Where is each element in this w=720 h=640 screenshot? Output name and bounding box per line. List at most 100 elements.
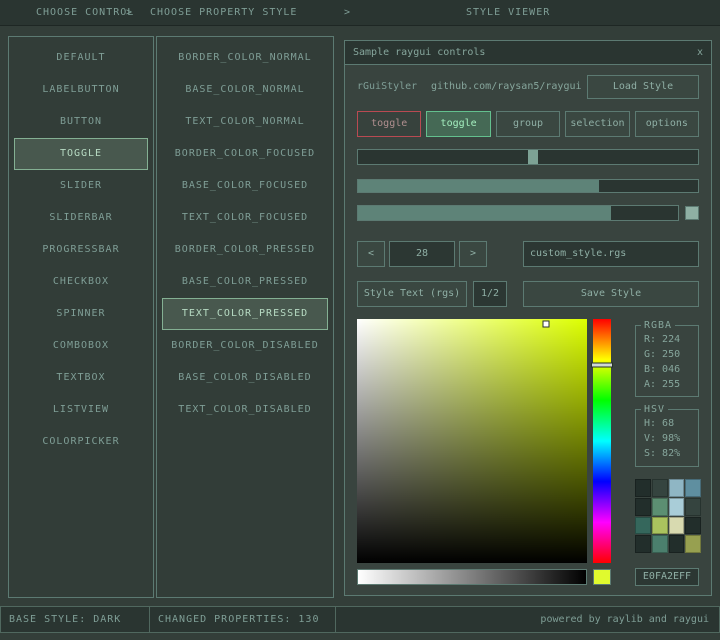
repo-link-label: github.com/raysan5/raygui <box>431 81 582 92</box>
control-list-item[interactable]: CHECKBOX <box>14 266 148 298</box>
rgba-groupbox: RGBA R: 224 G: 250 B: 046 A: 255 <box>635 320 699 397</box>
hue-bar[interactable] <box>591 319 613 563</box>
control-list-item[interactable]: PROGRESSBAR <box>14 234 148 266</box>
style-viewer-window: Sample raygui controls x rGuiStyler gith… <box>344 40 712 596</box>
palette-swatch[interactable] <box>685 497 701 516</box>
window-titlebar[interactable]: Sample raygui controls x <box>345 41 711 65</box>
control-list-item[interactable]: TEXTBOX <box>14 362 148 394</box>
breadcrumb-style-viewer: STYLE VIEWER <box>466 7 551 18</box>
hsv-line: V: 98% <box>644 433 681 444</box>
palette-swatch[interactable] <box>668 479 685 497</box>
chevron-right-icon: > <box>126 7 134 18</box>
slider-bar-control[interactable] <box>357 205 679 221</box>
control-list-item[interactable]: LISTVIEW <box>14 394 148 426</box>
rgba-values: R: 224 G: 250 B: 046 A: 255 <box>636 332 698 392</box>
hsv-title: HSV <box>641 404 669 415</box>
palette-swatch[interactable] <box>685 535 701 553</box>
rgba-line: B: 046 <box>644 364 681 375</box>
rgba-line: R: 224 <box>644 334 681 345</box>
palette-swatch[interactable] <box>651 497 668 516</box>
palette-swatch[interactable] <box>635 516 651 535</box>
alpha-gradient-bar[interactable] <box>357 569 587 585</box>
property-list-item[interactable]: BORDER_COLOR_FOCUSED <box>162 138 328 170</box>
progress-bar-fill <box>358 180 600 192</box>
toggle-button[interactable]: group <box>495 111 561 137</box>
app-name-label: rGuiStyler <box>357 81 418 92</box>
breadcrumb-choose-control: CHOOSE CONTROL <box>36 7 135 18</box>
control-list-item[interactable]: TOGGLE <box>14 138 148 170</box>
slider-bar-value-box[interactable] <box>685 206 699 220</box>
toggle-button[interactable]: options <box>634 111 700 137</box>
status-powered-by: powered by raylib and raygui <box>335 606 720 633</box>
rguistyler-app: CHOOSE CONTROL > CHOOSE PROPERTY STYLE >… <box>0 0 720 640</box>
toggle-button[interactable]: toggle <box>357 111 422 137</box>
slider-handle[interactable] <box>528 150 538 164</box>
hex-value-textbox[interactable]: E0FA2EFF <box>635 568 699 586</box>
control-list-item[interactable]: LABELBUTTON <box>14 74 148 106</box>
palette-swatch[interactable] <box>635 479 651 497</box>
window-title: Sample raygui controls <box>353 47 486 58</box>
page-indicator[interactable]: 1/2 <box>473 281 507 307</box>
load-style-button[interactable]: Load Style <box>587 75 699 99</box>
control-list-item[interactable]: DEFAULT <box>14 42 148 74</box>
palette-swatch[interactable] <box>685 516 701 535</box>
save-style-button[interactable]: Save Style <box>523 281 699 307</box>
spinner-value[interactable]: 28 <box>389 241 455 267</box>
palette-swatch[interactable] <box>668 535 685 553</box>
chevron-right-icon: > <box>344 7 352 18</box>
control-list-item[interactable]: COMBOBOX <box>14 330 148 362</box>
palette-swatch[interactable] <box>685 479 701 497</box>
rgba-line: G: 250 <box>644 349 681 360</box>
hsv-groupbox: HSV H: 68 V: 98% S: 82% <box>635 404 699 467</box>
property-list-item[interactable]: TEXT_COLOR_NORMAL <box>162 106 328 138</box>
palette-swatch[interactable] <box>651 516 668 535</box>
toggle-button[interactable]: selection <box>565 111 630 137</box>
close-icon[interactable]: x <box>697 41 703 64</box>
control-list-item[interactable]: BUTTON <box>14 106 148 138</box>
property-list-item[interactable]: BASE_COLOR_DISABLED <box>162 362 328 394</box>
toggle-group: toggle toggle group selection options <box>357 111 700 137</box>
rgba-title: RGBA <box>641 320 676 331</box>
property-list-item[interactable]: BASE_COLOR_NORMAL <box>162 74 328 106</box>
status-base-style: BASE STYLE: DARK <box>0 606 150 633</box>
slider-bar-fill <box>358 206 611 220</box>
property-list-item[interactable]: BASE_COLOR_PRESSED <box>162 266 328 298</box>
property-list-item[interactable]: BORDER_COLOR_NORMAL <box>162 42 328 74</box>
property-list-item[interactable]: BORDER_COLOR_PRESSED <box>162 234 328 266</box>
properties-list-panel: BORDER_COLOR_NORMAL BASE_COLOR_NORMAL TEXT… <box>156 36 334 598</box>
toggle-button[interactable]: toggle <box>426 111 491 137</box>
control-list-item[interactable]: SPINNER <box>14 298 148 330</box>
control-list-item[interactable]: COLORPICKER <box>14 426 148 458</box>
control-list-item[interactable]: SLIDERBAR <box>14 202 148 234</box>
status-changed-properties: CHANGED PROPERTIES: 130 <box>149 606 336 633</box>
top-bar: CHOOSE CONTROL > CHOOSE PROPERTY STYLE >… <box>0 0 720 26</box>
palette-swatch[interactable] <box>668 516 685 535</box>
rgba-line: A: 255 <box>644 379 681 390</box>
color-palette-grid <box>635 479 701 553</box>
current-color-swatch[interactable] <box>593 569 611 585</box>
hsv-line: H: 68 <box>644 418 675 429</box>
style-text-button[interactable]: Style Text (rgs) <box>357 281 467 307</box>
breadcrumb-choose-property-style: CHOOSE PROPERTY STYLE <box>150 7 298 18</box>
palette-swatch[interactable] <box>651 535 668 553</box>
spinner-increment-button[interactable]: > <box>459 241 487 267</box>
spinner-decrement-button[interactable]: < <box>357 241 385 267</box>
palette-swatch[interactable] <box>651 479 668 497</box>
property-list-item[interactable]: TEXT_COLOR_PRESSED <box>162 298 328 330</box>
property-list-item[interactable]: TEXT_COLOR_FOCUSED <box>162 202 328 234</box>
slider-control[interactable] <box>357 149 699 165</box>
property-list-item[interactable]: BASE_COLOR_FOCUSED <box>162 170 328 202</box>
control-list-item[interactable]: SLIDER <box>14 170 148 202</box>
palette-swatch[interactable] <box>668 497 685 516</box>
property-list-item[interactable]: TEXT_COLOR_DISABLED <box>162 394 328 426</box>
controls-list-panel: DEFAULT LABELBUTTON BUTTON TOGGLE SLIDER SLID… <box>8 36 154 598</box>
progress-bar <box>357 179 699 193</box>
palette-swatch[interactable] <box>635 497 651 516</box>
filename-textbox[interactable]: custom_style.rgs <box>523 241 699 267</box>
hsv-values: H: 68 V: 98% S: 82% <box>636 416 698 461</box>
hue-bar-handle[interactable] <box>591 362 613 368</box>
color-picker-panel[interactable] <box>357 319 587 563</box>
palette-swatch[interactable] <box>635 535 651 553</box>
property-list-item[interactable]: BORDER_COLOR_DISABLED <box>162 330 328 362</box>
color-picker-marker[interactable] <box>542 320 550 328</box>
